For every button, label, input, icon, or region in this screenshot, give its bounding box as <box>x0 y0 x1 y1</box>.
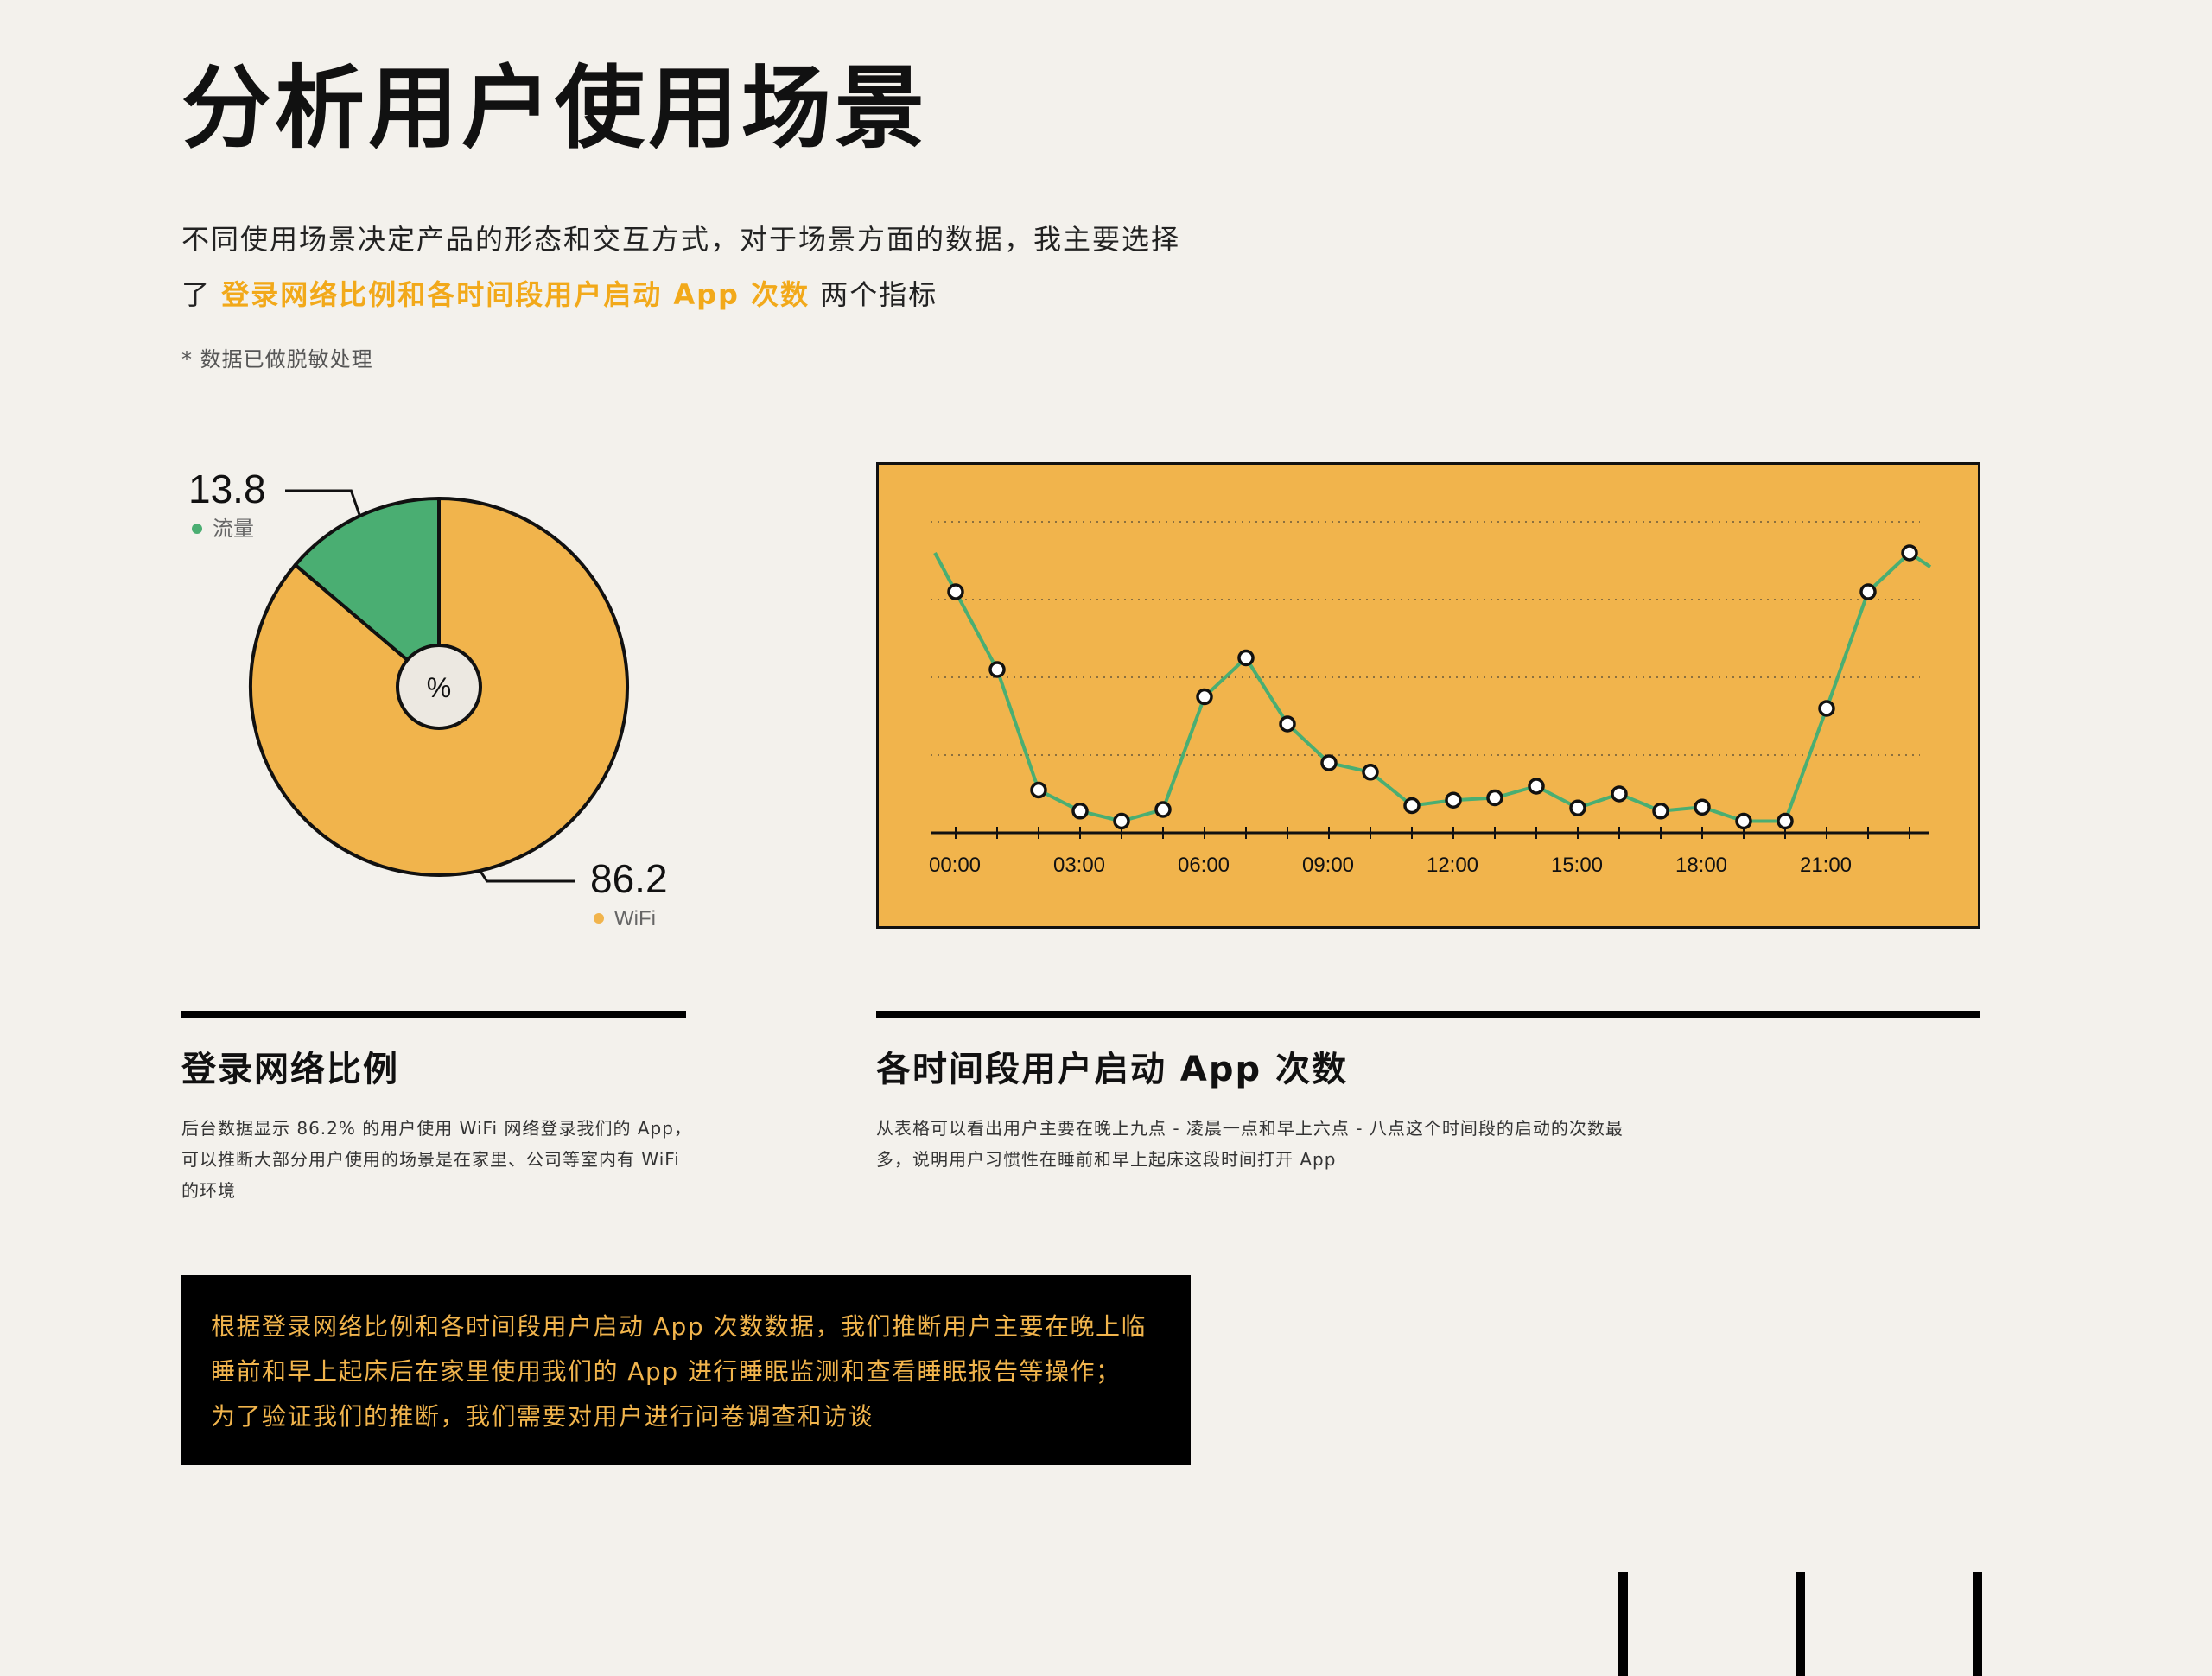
conclusion-line: 根据登录网络比例和各时间段用户启动 App 次数数据，我们推断用户主要在晚上临 <box>211 1312 1147 1341</box>
x-tick-label: 18:00 <box>1675 854 1727 877</box>
line-chart-panel: 00:00 03:00 06:00 09:00 12:00 15:00 18:00 21:00 <box>876 462 1980 929</box>
footnote: * 数据已做脱敏处理 <box>181 347 373 371</box>
description-line: 多，说明用户习惯性在睡前和早上起床这段时间打开 App <box>876 1149 1337 1170</box>
legend-dot-wifi <box>594 913 604 924</box>
pie-chart: % 13.8 流量 86.2 WiFi <box>188 467 668 930</box>
data-point <box>1859 583 1877 600</box>
pie-value-label: 13.8 <box>188 467 266 511</box>
data-point <box>1113 812 1130 830</box>
section-divider-left <box>181 1011 686 1018</box>
pie-center-label: % <box>427 672 451 703</box>
section-divider-right <box>876 1011 1980 1018</box>
pie-legend-label: WiFi <box>614 907 656 930</box>
data-point <box>1694 798 1711 816</box>
data-point <box>1528 778 1545 795</box>
intro-suffix: 两个指标 <box>810 278 938 311</box>
conclusion-box: 根据登录网络比例和各时间段用户启动 App 次数数据，我们推断用户主要在晚上临 … <box>181 1275 1191 1465</box>
description-line: 可以推断大部分用户使用的场景是在家里、公司等室内有 WiFi <box>181 1149 680 1170</box>
data-point <box>1279 715 1296 733</box>
data-point <box>1154 801 1172 818</box>
data-point <box>988 661 1006 678</box>
pie-value-label: 86.2 <box>590 856 668 901</box>
data-point <box>1237 649 1255 667</box>
legend-dot-mobile-data <box>192 524 202 534</box>
network-ratio-description: 后台数据显示 86.2% 的用户使用 WiFi 网络登录我们的 App， 可以推… <box>181 1113 700 1206</box>
description-line: 的环境 <box>181 1180 236 1201</box>
intro-text-line-1: 不同使用场景决定产品的形态和交互方式，对于场景方面的数据，我主要选择 <box>181 223 1181 256</box>
data-point <box>1611 785 1628 803</box>
decorative-bar <box>1618 1572 1628 1676</box>
data-point <box>1486 789 1503 807</box>
x-tick-label: 09:00 <box>1302 854 1354 877</box>
decorative-bar <box>1973 1572 1982 1676</box>
data-point <box>1569 799 1586 816</box>
intro-highlight: 登录网络比例和各时间段用户启动 App 次数 <box>221 278 810 311</box>
pie-leader-line-wifi <box>479 869 575 883</box>
page-title: 分析用户使用场景 <box>181 55 929 161</box>
data-point <box>1735 812 1752 830</box>
x-tick-label: 03:00 <box>1053 854 1105 877</box>
pie-legend-label: 流量 <box>213 517 254 541</box>
x-tick-label: 15:00 <box>1551 854 1603 877</box>
data-point <box>1362 764 1379 781</box>
x-tick-label: 12:00 <box>1427 854 1478 877</box>
data-point <box>1652 803 1669 820</box>
data-point <box>1320 754 1338 771</box>
data-point <box>1403 797 1421 815</box>
description-line: 后台数据显示 86.2% 的用户使用 WiFi 网络登录我们的 App， <box>181 1118 692 1139</box>
data-point <box>1196 688 1213 706</box>
description-line: 从表格可以看出用户主要在晚上九点 - 凌晨一点和早上六点 - 八点这个时间段的启… <box>876 1118 1624 1139</box>
x-tick-label: 06:00 <box>1178 854 1230 877</box>
app-launch-description: 从表格可以看出用户主要在晚上九点 - 凌晨一点和早上六点 - 八点这个时间段的启… <box>876 1113 1654 1175</box>
conclusion-line: 为了验证我们的推断，我们需要对用户进行问卷调查和访谈 <box>211 1402 874 1431</box>
series-line <box>933 551 1932 823</box>
data-point <box>947 583 964 600</box>
intro-text-line-2: 了 登录网络比例和各时间段用户启动 App 次数 两个指标 <box>181 273 938 313</box>
decorative-bar <box>1796 1572 1805 1676</box>
data-point <box>1071 803 1089 820</box>
pie-leader-line-mobile-data <box>285 489 361 517</box>
x-tick-label: 21:00 <box>1800 854 1852 877</box>
network-ratio-heading: 登录网络比例 <box>181 1050 399 1089</box>
data-point <box>1777 812 1794 830</box>
intro-prefix: 了 <box>181 278 222 311</box>
data-point <box>1030 781 1047 799</box>
line-chart: 00:00 03:00 06:00 09:00 12:00 15:00 18:00 21:00 <box>929 521 1932 877</box>
x-tick-label: 00:00 <box>929 854 981 877</box>
conclusion-line: 睡前和早上起床后在家里使用我们的 App 进行睡眠监测和查看睡眠报告等操作； <box>211 1357 1122 1386</box>
app-launch-heading: 各时间段用户启动 App 次数 <box>876 1050 1349 1089</box>
data-point <box>1901 544 1918 562</box>
data-point <box>1818 700 1835 717</box>
data-point <box>1445 791 1462 809</box>
